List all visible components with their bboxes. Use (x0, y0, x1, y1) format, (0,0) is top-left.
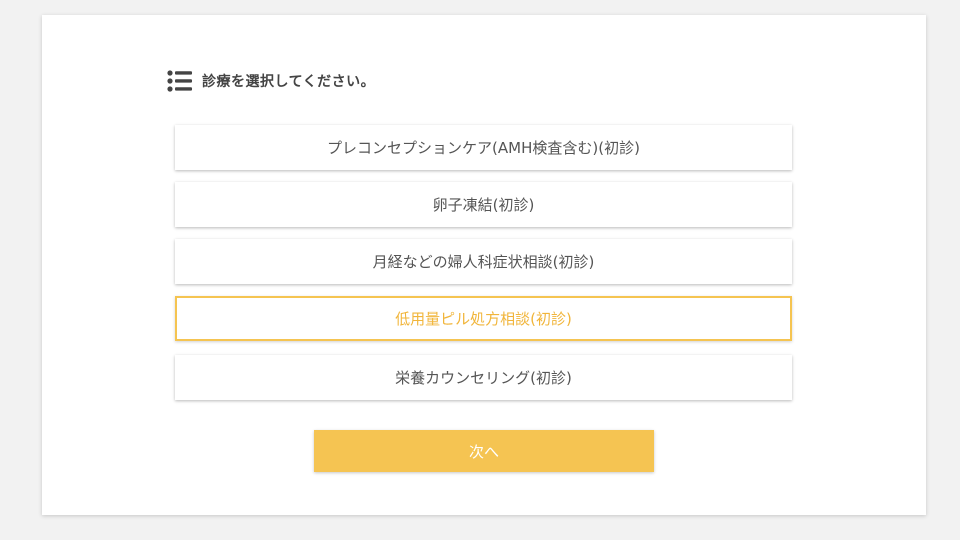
option-preconception-care[interactable]: プレコンセプションケア(AMH検査含む)(初診) (175, 125, 792, 170)
option-low-dose-pill[interactable]: 低用量ピル処方相談(初診) (175, 296, 792, 341)
option-gynecology-consult[interactable]: 月経などの婦人科症状相談(初診) (175, 239, 792, 284)
selection-card: 診療を選択してください。 プレコンセプションケア(AMH検査含む)(初診) 卵子… (42, 15, 926, 515)
next-button[interactable]: 次へ (314, 430, 654, 472)
list-icon (167, 70, 193, 92)
page-title: 診療を選択してください。 (202, 74, 376, 90)
section-heading: 診療を選択してください。 (167, 69, 375, 93)
option-label: 月経などの婦人科症状相談(初診) (372, 253, 595, 271)
option-label: 低用量ピル処方相談(初診) (395, 310, 572, 328)
option-egg-freezing[interactable]: 卵子凍結(初診) (175, 182, 792, 227)
option-nutrition-counseling[interactable]: 栄養カウンセリング(初診) (175, 355, 792, 400)
next-button-label: 次へ (468, 442, 499, 461)
option-label: 栄養カウンセリング(初診) (395, 369, 572, 387)
option-label: 卵子凍結(初診) (432, 196, 535, 214)
option-label: プレコンセプションケア(AMH検査含む)(初診) (327, 139, 640, 157)
